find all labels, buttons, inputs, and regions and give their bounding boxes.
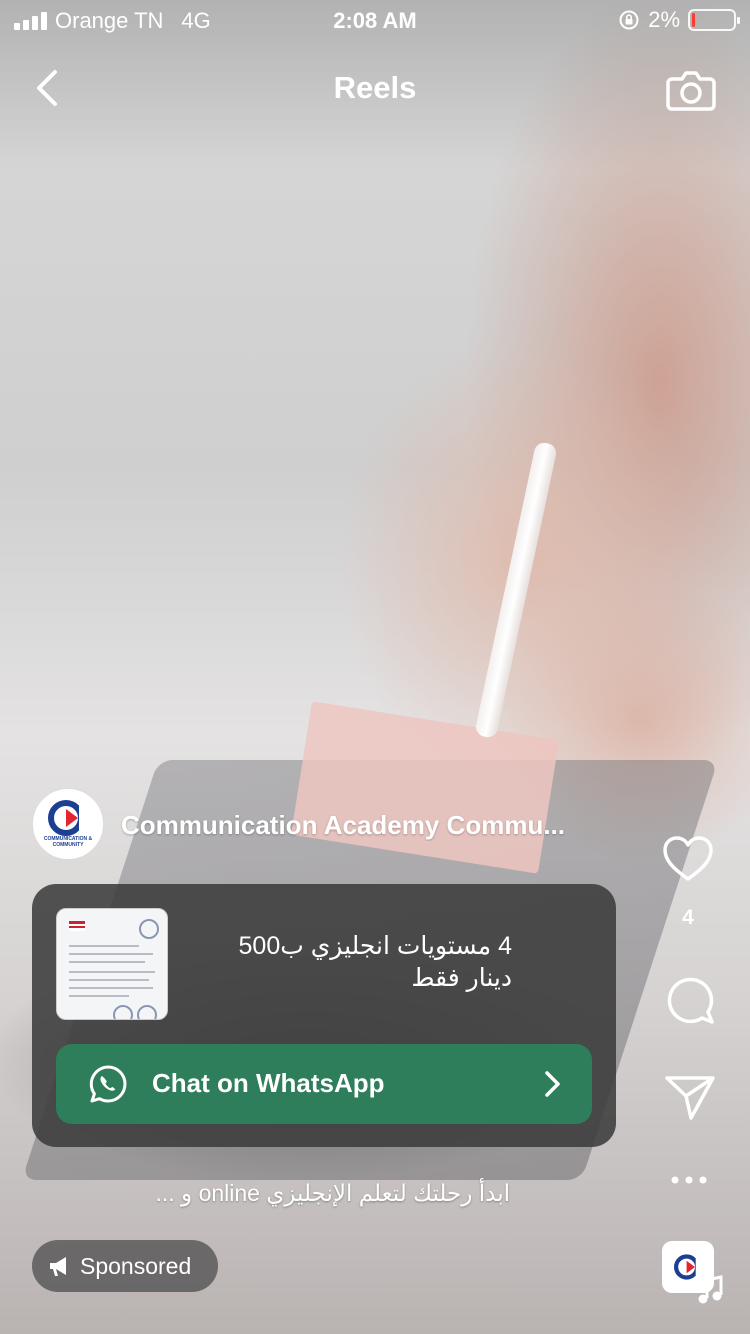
whatsapp-button-label: Chat on WhatsApp xyxy=(152,1068,385,1098)
brand-logo-icon xyxy=(48,800,87,836)
seal-icon xyxy=(139,919,159,939)
page-title: Reels xyxy=(333,70,417,105)
chevron-right-icon xyxy=(545,1071,560,1097)
more-icon[interactable] xyxy=(670,1174,708,1186)
music-note-icon xyxy=(698,1275,723,1304)
like-count[interactable]: 4 xyxy=(668,906,708,930)
battery-icon xyxy=(688,9,740,31)
status-bar: Orange TN 4G 2:08 AM 2% xyxy=(0,0,750,40)
chat-on-whatsapp-button[interactable]: Chat on WhatsApp xyxy=(56,1044,592,1124)
account-name[interactable]: Communication Academy Commu... xyxy=(121,810,611,841)
ad-card[interactable]: 4 مستويات انجليزي ب500 دينار فقط Chat on… xyxy=(32,884,616,1147)
ad-thumbnail[interactable] xyxy=(56,908,168,1020)
status-right: 2% xyxy=(618,7,740,33)
battery-fill xyxy=(692,13,695,27)
seal-icon xyxy=(137,1005,157,1019)
reel-caption[interactable]: ابدأ رحلتك لتعلم الإنجليزي online و ... xyxy=(90,1180,511,1207)
seal-icon xyxy=(113,1005,133,1019)
battery-percent: 2% xyxy=(648,7,680,32)
flag-icon xyxy=(69,921,85,931)
ad-headline: 4 مستويات انجليزي ب500 دينار فقط xyxy=(238,932,512,992)
camera-icon[interactable] xyxy=(664,62,718,116)
avatar-brand-text: COMMUNICATION & COMMUNITY xyxy=(43,836,93,848)
megaphone-icon xyxy=(50,1257,66,1276)
heart-icon[interactable] xyxy=(661,833,715,885)
account-avatar[interactable]: COMMUNICATION & COMMUNITY xyxy=(32,788,104,860)
send-icon[interactable] xyxy=(664,1072,716,1122)
sponsored-badge[interactable]: Sponsored xyxy=(32,1240,218,1292)
comment-icon[interactable] xyxy=(664,974,716,1026)
whatsapp-icon xyxy=(89,1065,127,1103)
orientation-lock-icon xyxy=(619,10,639,30)
sponsored-label: Sponsored xyxy=(80,1253,192,1279)
